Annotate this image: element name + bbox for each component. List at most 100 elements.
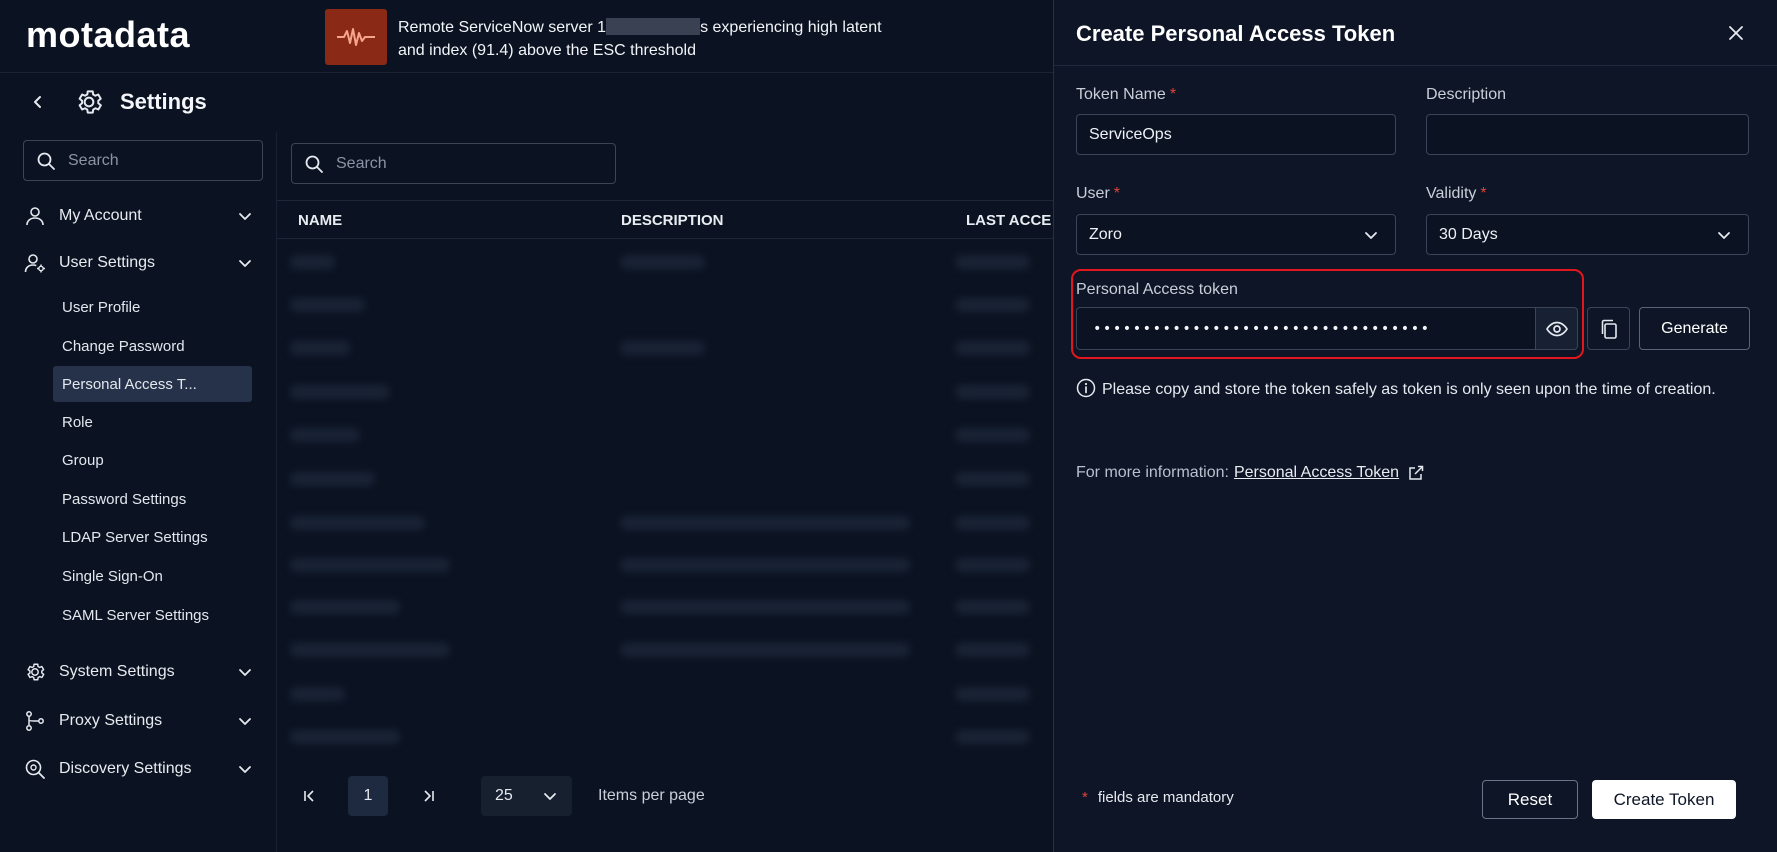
table-row	[955, 341, 1030, 355]
more-info: For more information: Personal Access To…	[1076, 464, 1425, 482]
sidebar-item-personal-access-token[interactable]: Personal Access T...	[53, 366, 252, 402]
table-row	[955, 428, 1030, 442]
token-list-search[interactable]	[291, 143, 616, 184]
show-token-button[interactable]	[1536, 307, 1578, 350]
table-row	[955, 730, 1030, 744]
chevron-last-icon	[424, 790, 434, 802]
column-header-name[interactable]: NAME	[298, 212, 342, 229]
sidebar-search-input[interactable]	[68, 151, 228, 170]
token-name-label: Token Name *	[1076, 86, 1177, 103]
token-list-search-input[interactable]	[336, 154, 496, 173]
nav-group-label: Discovery Settings	[59, 760, 192, 777]
sidebar-item-change-password[interactable]: Change Password	[53, 328, 252, 364]
chevron-down-icon	[239, 260, 251, 267]
table-row	[290, 341, 350, 355]
table-row	[290, 472, 375, 486]
column-header-description[interactable]: DESCRIPTION	[621, 212, 724, 229]
nav-group-my-account[interactable]: My Account	[23, 201, 253, 231]
alert-text-line2: and index (91.4) above the ESC threshold	[398, 42, 696, 59]
chevron-down-icon	[239, 766, 251, 773]
table-row	[290, 255, 335, 269]
chevron-down-icon	[239, 718, 251, 725]
items-per-page-select[interactable]: 25	[481, 776, 572, 816]
top-header: motadata Remote ServiceNow server 1 s exp…	[0, 0, 1053, 73]
table-row	[955, 558, 1030, 572]
token-name-input[interactable]	[1089, 125, 1395, 144]
table-row	[955, 600, 1030, 614]
search-icon	[305, 155, 323, 173]
sidebar-divider	[276, 132, 277, 852]
personal-access-token-doc-link[interactable]: Personal Access Token	[1234, 464, 1399, 482]
table-row	[290, 730, 400, 744]
copy-token-button[interactable]	[1587, 307, 1630, 350]
description-label: Description	[1426, 86, 1507, 103]
sidebar-item-user-profile[interactable]: User Profile	[53, 289, 252, 325]
token-label: Personal Access token	[1076, 281, 1238, 298]
nav-group-system-settings[interactable]: System Settings	[23, 657, 253, 687]
table-row	[955, 298, 1030, 312]
table-row	[620, 643, 910, 657]
sidebar-item-group[interactable]: Group	[53, 442, 252, 478]
table-row	[290, 687, 345, 701]
eye-icon	[1545, 321, 1568, 336]
chevron-first-icon	[304, 790, 314, 802]
generate-button[interactable]: Generate	[1639, 307, 1750, 350]
table-row	[955, 255, 1030, 269]
table-row	[955, 385, 1030, 399]
info-icon	[1076, 378, 1096, 398]
table-row	[290, 558, 450, 572]
nav-group-label: Proxy Settings	[59, 712, 163, 729]
mandatory-note: * fields are mandatory	[1082, 789, 1234, 806]
sidebar-item-password-settings[interactable]: Password Settings	[53, 481, 252, 517]
token-field[interactable]: ••••••••••••••••••••••••••••••••••	[1076, 307, 1536, 350]
table-row	[955, 516, 1030, 530]
nav-group-discovery-settings[interactable]: Discovery Settings	[23, 754, 253, 784]
create-token-button[interactable]: Create Token	[1592, 780, 1736, 819]
sidebar-item-ldap-server-settings[interactable]: LDAP Server Settings	[53, 519, 252, 555]
table-row	[290, 298, 365, 312]
sidebar-item-role[interactable]: Role	[53, 404, 252, 440]
nav-group-user-settings[interactable]: User Settings	[23, 248, 253, 278]
chevron-down-icon	[1718, 232, 1730, 239]
description-field[interactable]	[1426, 114, 1749, 155]
table-row	[955, 687, 1030, 701]
sidebar-search[interactable]	[23, 140, 263, 181]
motadata-logo[interactable]: motadata	[26, 14, 190, 56]
drawer-title: Create Personal Access Token	[1076, 21, 1396, 46]
user-gear-icon	[23, 251, 47, 275]
table-row	[290, 600, 400, 614]
more-info-label: For more information:	[1076, 464, 1229, 481]
chevron-down-icon	[239, 213, 251, 220]
table-header: NAME DESCRIPTION LAST ACCE	[277, 200, 1053, 239]
table-row	[290, 428, 360, 442]
nav-group-label: My Account	[59, 207, 142, 224]
reset-button[interactable]: Reset	[1482, 780, 1578, 819]
user-icon	[23, 204, 47, 228]
search-icon	[37, 152, 55, 170]
sidebar-item-single-sign-on[interactable]: Single Sign-On	[53, 558, 252, 594]
user-select-value: Zoro	[1089, 225, 1122, 243]
table-row	[290, 516, 425, 530]
redacted-mask	[606, 18, 701, 35]
last-page-button[interactable]	[409, 776, 449, 816]
user-select[interactable]: Zoro	[1076, 214, 1396, 255]
table-row	[955, 472, 1030, 486]
back-button[interactable]	[26, 90, 50, 114]
copy-icon	[1601, 319, 1617, 339]
external-link-icon	[1409, 465, 1424, 480]
close-button[interactable]	[1725, 22, 1747, 44]
table-row	[620, 255, 705, 269]
page-title: Settings	[120, 89, 207, 114]
column-header-last-accessed[interactable]: LAST ACCE	[966, 212, 1051, 229]
table-row	[620, 516, 910, 530]
alert-banner[interactable]: Remote ServiceNow server 1 s experiencing…	[325, 9, 888, 65]
nav-group-proxy-settings[interactable]: Proxy Settings	[23, 706, 253, 736]
validity-select[interactable]: 30 Days	[1426, 214, 1749, 255]
sidebar-item-saml-server-settings[interactable]: SAML Server Settings	[53, 597, 252, 633]
table-row	[955, 643, 1030, 657]
page-button-current[interactable]: 1	[348, 776, 388, 816]
description-input[interactable]	[1439, 125, 1748, 144]
alert-text-start: Remote ServiceNow server 1	[398, 19, 607, 36]
first-page-button[interactable]	[289, 776, 329, 816]
token-name-field[interactable]	[1076, 114, 1396, 155]
